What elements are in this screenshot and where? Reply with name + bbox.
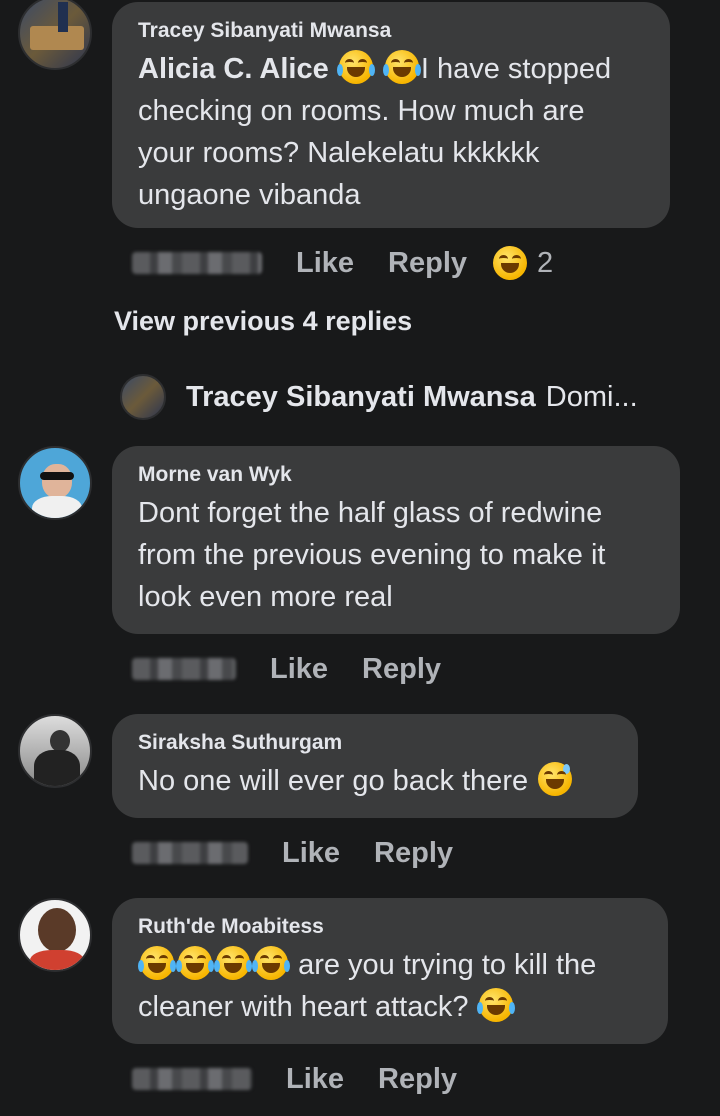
avatar[interactable] [18, 714, 92, 788]
like-button[interactable]: Like [296, 247, 354, 280]
reply-snippet: Domi... [545, 380, 638, 413]
reaction-summary[interactable]: 2 [491, 246, 553, 280]
reply-button[interactable]: Reply [378, 1063, 457, 1096]
comment-bubble: Siraksha Suthurgam No one will ever go b… [112, 714, 638, 818]
like-button[interactable]: Like [270, 653, 328, 686]
face-with-tears-of-joy-icon [382, 50, 421, 84]
face-with-tears-of-joy-icon [476, 988, 515, 1022]
comment-author[interactable]: Tracey Sibanyati Mwansa [138, 18, 644, 44]
comment-actions: Like Reply 2 [132, 243, 553, 283]
comment-actions: Like Reply [132, 833, 453, 873]
reply-preview[interactable]: Tracey Sibanyati Mwansa Domi... [120, 374, 638, 420]
view-previous-replies-link[interactable]: View previous 4 replies [114, 306, 412, 337]
reply-button[interactable]: Reply [388, 247, 467, 280]
face-with-tears-of-joy-icon [214, 946, 252, 980]
face-with-tears-of-joy-icon [138, 946, 176, 980]
like-button[interactable]: Like [282, 837, 340, 870]
comment-text: Alicia C. Alice I have stopped checking … [138, 48, 644, 216]
face-with-tears-of-joy-icon [176, 946, 214, 980]
like-button[interactable]: Like [286, 1063, 344, 1096]
face-with-tears-of-joy-icon [252, 946, 290, 980]
comment-bubble: Morne van Wyk Dont forget the half glass… [112, 446, 680, 634]
avatar [120, 374, 166, 420]
grinning-squinting-face-icon [493, 246, 528, 280]
comment-actions: Like Reply [132, 649, 441, 689]
timestamp-redacted [132, 1068, 252, 1090]
reply-author: Tracey Sibanyati Mwansa [186, 380, 536, 413]
comment-bubble: Ruth'de Moabitess are you trying to kill… [112, 898, 668, 1044]
comment-text: Dont forget the half glass of redwine fr… [138, 497, 606, 613]
comment-text: are you trying to kill the cleaner with … [138, 944, 642, 1028]
reply-button[interactable]: Reply [374, 837, 453, 870]
timestamp-redacted [132, 252, 262, 274]
avatar[interactable] [18, 446, 92, 520]
comment-author[interactable]: Morne van Wyk [138, 462, 654, 488]
comment-actions: Like Reply [132, 1059, 457, 1099]
comment-author[interactable]: Ruth'de Moabitess [138, 914, 642, 940]
timestamp-redacted [132, 842, 248, 864]
face-with-tears-of-joy-icon [336, 50, 375, 84]
timestamp-redacted [132, 658, 236, 680]
avatar[interactable] [18, 0, 92, 70]
avatar[interactable] [18, 898, 92, 972]
reply-button[interactable]: Reply [362, 653, 441, 686]
comment-author[interactable]: Siraksha Suthurgam [138, 730, 612, 756]
comment-bubble: Tracey Sibanyati Mwansa Alicia C. Alice … [112, 2, 670, 228]
mention-link[interactable]: Alicia C. Alice [138, 53, 329, 85]
grinning-face-with-sweat-icon [538, 762, 573, 796]
comment-text: No one will ever go back there [138, 760, 612, 802]
